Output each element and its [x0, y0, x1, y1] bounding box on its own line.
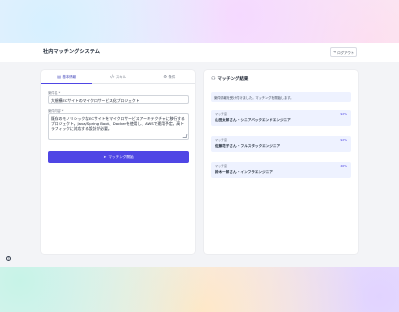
help-icon[interactable]: ? — [6, 256, 11, 261]
match-score-value: 92% — [340, 138, 347, 142]
start-matching-button[interactable]: ➤ マッチング開始 — [48, 151, 189, 163]
users-icon: ⚇ — [211, 75, 216, 82]
logout-label: ログアウト — [337, 50, 355, 55]
results-title: マッチング結果 — [217, 77, 249, 82]
tab-basic-info[interactable]: ▤ 基本情報 — [41, 70, 93, 84]
logout-button[interactable]: ⇥ ログアウト — [330, 47, 357, 57]
app-root: 社内マッチングシステム ⇥ ログアウト ▤ 基本情報 ‹/› スキル ⚙ 条件 … — [0, 0, 399, 312]
tab-conditions[interactable]: ⚙ 条件 — [144, 70, 195, 83]
app-title: 社内マッチングシステム — [43, 49, 100, 55]
match-score-label: マッチ度 — [215, 112, 228, 116]
settings-icon: ⚙ — [163, 73, 167, 79]
match-score-value: 46% — [340, 164, 347, 168]
match-candidate-name: 鈴木一郎さん - インフラエンジニア — [215, 170, 273, 174]
form-tabs: ▤ 基本情報 ‹/› スキル ⚙ 条件 — [41, 70, 195, 84]
match-item[interactable]: マッチ度 92% 山田太郎さん - シニアバックエンドエンジニア — [211, 110, 351, 126]
project-desc-text: 既存のモノリシックなECサイトをマイクロサービスアーキテクチャに移行するプロジェ… — [51, 115, 185, 131]
match-score-value: 92% — [340, 112, 347, 116]
match-score-label: マッチ度 — [215, 138, 228, 142]
document-icon: ▤ — [57, 73, 62, 79]
send-icon: ➤ — [103, 155, 107, 159]
match-item[interactable]: マッチ度 46% 鈴木一郎さん - インフラエンジニア — [211, 162, 351, 178]
match-item[interactable]: マッチ度 92% 佐藤花子さん - フルスタックエンジニア — [211, 136, 351, 152]
tab-conditions-label: 条件 — [168, 75, 176, 79]
project-name-input[interactable]: 大規模ECサイトのマイクロサービス化プロジェクト — [48, 95, 189, 104]
tab-skills-label: スキル — [115, 75, 127, 79]
results-card: ⚇ マッチング結果 案件情報を受け付けました。マッチングを開始します。 マッチ度… — [204, 70, 358, 254]
tab-basic-info-label: 基本情報 — [62, 75, 77, 79]
match-candidate-name: 佐藤花子さん - フルスタックエンジニア — [215, 144, 281, 148]
project-desc-textarea[interactable]: 既存のモノリシックなECサイトをマイクロサービスアーキテクチャに移行するプロジェ… — [48, 113, 189, 140]
code-icon: ‹/› — [109, 73, 115, 79]
results-header: ⚇ マッチング結果 — [211, 76, 248, 82]
resize-handle-icon[interactable] — [182, 134, 188, 138]
match-score-label: マッチ度 — [215, 164, 228, 168]
header-bar: 社内マッチングシステム ⇥ ログアウト — [0, 43, 399, 63]
start-matching-label: マッチング開始 — [108, 154, 134, 159]
tab-skills[interactable]: ‹/› スキル — [92, 70, 143, 83]
logout-icon: ⇥ — [332, 50, 336, 54]
match-candidate-name: 山田太郎さん - シニアバックエンドエンジニア — [215, 118, 291, 122]
results-notice: 案件情報を受け付けました。マッチングを開始します。 — [211, 92, 351, 102]
